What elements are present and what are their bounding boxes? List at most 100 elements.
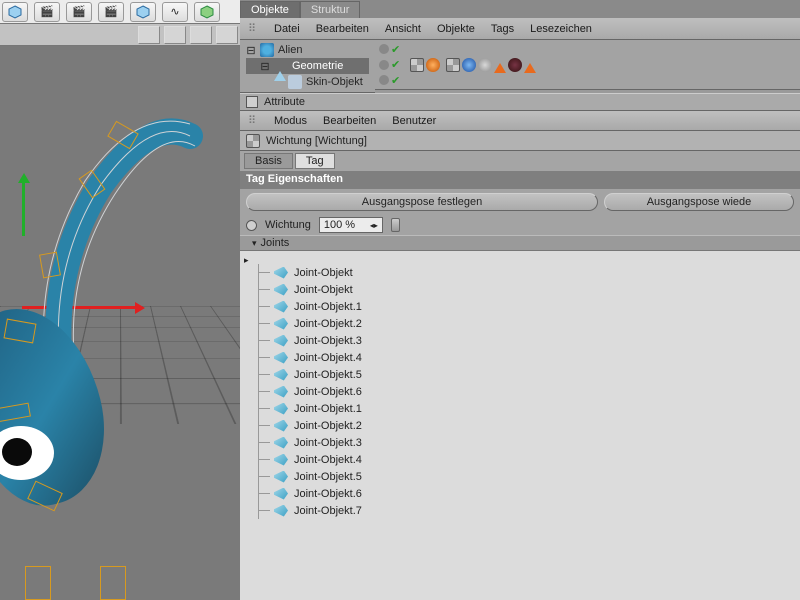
- objects-menubar: ⠿ Datei Bearbeiten Ansicht Objekte Tags …: [240, 18, 800, 40]
- menu-tags[interactable]: Tags: [491, 23, 514, 35]
- joint-row[interactable]: Joint-Objekt: [240, 281, 800, 298]
- menu-objekte[interactable]: Objekte: [437, 23, 475, 35]
- joint-icon: [274, 352, 288, 364]
- joint-icon: [274, 335, 288, 347]
- subtab-tag[interactable]: Tag: [295, 153, 335, 169]
- vis-dot-icon[interactable]: [379, 75, 389, 85]
- joint-row[interactable]: Joint-Objekt.4: [240, 451, 800, 468]
- tag-sel1-icon[interactable]: [494, 57, 506, 73]
- joint-icon: [274, 454, 288, 466]
- attribute-title: Attribute: [264, 96, 305, 108]
- joint-label: Joint-Objekt.5: [294, 369, 362, 381]
- joint-row[interactable]: Joint-Objekt.1: [240, 298, 800, 315]
- wichtung-radio[interactable]: [246, 220, 257, 231]
- joints-list[interactable]: ▸ Joint-ObjektJoint-ObjektJoint-Objekt.1…: [240, 251, 800, 600]
- joint-row[interactable]: Joint-Objekt.5: [240, 366, 800, 383]
- joint-label: Joint-Objekt.6: [294, 386, 362, 398]
- joint-row[interactable]: Joint-Objekt.3: [240, 434, 800, 451]
- joint-icon: [274, 471, 288, 483]
- vp-btn-2[interactable]: [164, 26, 186, 44]
- joint-row[interactable]: Joint-Objekt: [240, 264, 800, 281]
- tag-sel2-icon[interactable]: [524, 57, 536, 73]
- set-rest-pose-button[interactable]: Ausgangspose festlegen: [246, 193, 598, 211]
- joint-label: Joint-Objekt: [294, 267, 353, 279]
- wichtung-stepper[interactable]: [391, 218, 400, 232]
- menu-ansicht[interactable]: Ansicht: [385, 23, 421, 35]
- joint-row[interactable]: Joint-Objekt.6: [240, 383, 800, 400]
- attr-pin-checkbox[interactable]: [246, 96, 258, 108]
- joint-icon: [274, 505, 288, 517]
- joint-icon: [274, 369, 288, 381]
- cube3-icon[interactable]: [194, 2, 220, 22]
- tag-weight-icon[interactable]: [410, 58, 424, 72]
- attr-subtabs: Basis Tag: [240, 151, 800, 171]
- menu-lesezeichen[interactable]: Lesezeichen: [530, 23, 592, 35]
- joint-icon: [274, 284, 288, 296]
- alien-mesh[interactable]: [0, 106, 210, 556]
- cube2-icon[interactable]: [130, 2, 156, 22]
- clapper3-icon[interactable]: 🎬: [98, 2, 124, 22]
- menu-benutzer[interactable]: Benutzer: [392, 115, 436, 127]
- joint-label: Joint-Objekt.6: [294, 488, 362, 500]
- restore-rest-pose-button[interactable]: Ausgangspose wiede: [604, 193, 794, 211]
- link-icon[interactable]: ∿: [162, 2, 188, 22]
- clapper-icon[interactable]: 🎬: [34, 2, 60, 22]
- menu-datei[interactable]: Datei: [274, 23, 300, 35]
- vis-dot-icon[interactable]: [379, 44, 389, 54]
- joint-row[interactable]: Joint-Objekt.1: [240, 400, 800, 417]
- joint-icon: [274, 318, 288, 330]
- tag-mat-blue-icon[interactable]: [462, 58, 476, 72]
- wichtung-header: Wichtung [Wichtung]: [240, 131, 800, 151]
- tag-phong-icon[interactable]: [426, 58, 440, 72]
- vp-btn-4[interactable]: [216, 26, 238, 44]
- joint-icon: [274, 301, 288, 313]
- tag-mat-gray-icon[interactable]: [478, 58, 492, 72]
- tag-mat-dark-icon[interactable]: [508, 58, 522, 72]
- joint-label: Joint-Objekt.3: [294, 335, 362, 347]
- joint-label: Joint-Objekt.1: [294, 301, 362, 313]
- joints-section-header[interactable]: Joints: [240, 235, 800, 251]
- joint-row[interactable]: Joint-Objekt.2: [240, 417, 800, 434]
- menu-modus[interactable]: Modus: [274, 115, 307, 127]
- subtab-basis[interactable]: Basis: [244, 153, 293, 169]
- menu-bearbeiten[interactable]: Bearbeiten: [316, 23, 369, 35]
- tree-item-skin[interactable]: Skin-Objekt: [246, 74, 369, 90]
- tree-item-alien[interactable]: ⊟ Alien: [246, 42, 369, 58]
- attribute-header: Attribute: [240, 93, 800, 111]
- joint-label: Joint-Objekt.3: [294, 437, 362, 449]
- joint-icon: [274, 267, 288, 279]
- wichtung-input[interactable]: 100 %◂▸: [319, 217, 383, 233]
- joint-label: Joint-Objekt.7: [294, 505, 362, 517]
- tree-item-geometrie[interactable]: ⊟ Geometrie: [246, 58, 369, 74]
- vp-btn-1[interactable]: [138, 26, 160, 44]
- joint-label: Joint-Objekt.4: [294, 454, 362, 466]
- clapper2-icon[interactable]: 🎬: [66, 2, 92, 22]
- weight-tag-icon: [246, 134, 260, 148]
- joint-row[interactable]: Joint-Objekt.6: [240, 485, 800, 502]
- tab-struktur[interactable]: Struktur: [300, 1, 361, 18]
- joint-icon: [274, 488, 288, 500]
- object-tree[interactable]: ⊟ Alien ⊟ Geometrie Skin-Objekt: [240, 40, 375, 93]
- wichtung-label: Wichtung: [265, 219, 311, 231]
- joint-label: Joint-Objekt.1: [294, 403, 362, 415]
- cube-icon[interactable]: [2, 2, 28, 22]
- tab-objekte[interactable]: Objekte: [240, 1, 300, 18]
- vis-dot-icon[interactable]: [379, 60, 389, 70]
- joint-row[interactable]: Joint-Objekt.4: [240, 349, 800, 366]
- vp-btn-3[interactable]: [190, 26, 212, 44]
- viewport-mini-toolbar: [0, 24, 240, 46]
- menu-bearbeiten2[interactable]: Bearbeiten: [323, 115, 376, 127]
- joint-icon: [274, 403, 288, 415]
- tag-tex1-icon[interactable]: [446, 58, 460, 72]
- joint-label: Joint-Objekt.5: [294, 471, 362, 483]
- attribute-menubar: ⠿ Modus Bearbeiten Benutzer: [240, 111, 800, 131]
- joint-row[interactable]: Joint-Objekt.5: [240, 468, 800, 485]
- joint-row[interactable]: Joint-Objekt.2: [240, 315, 800, 332]
- joint-label: Joint-Objekt.2: [294, 318, 362, 330]
- panel-tabs: Objekte Struktur: [240, 0, 800, 18]
- joint-row[interactable]: Joint-Objekt.7: [240, 502, 800, 519]
- joint-label: Joint-Objekt.4: [294, 352, 362, 364]
- joint-row[interactable]: Joint-Objekt.3: [240, 332, 800, 349]
- viewport[interactable]: [0, 46, 240, 600]
- joint-icon: [274, 420, 288, 432]
